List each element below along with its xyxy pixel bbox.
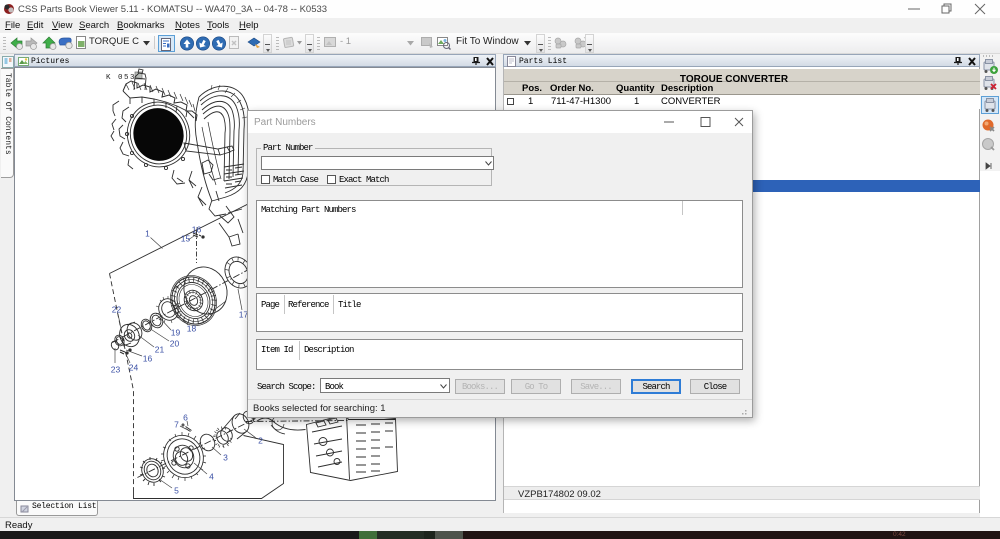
- svg-text:1: 1: [145, 228, 150, 238]
- svg-text:22: 22: [111, 304, 121, 314]
- svg-text:16: 16: [142, 353, 152, 363]
- svg-text:19: 19: [170, 327, 180, 337]
- svg-text:21: 21: [154, 344, 164, 354]
- svg-text:20: 20: [169, 338, 179, 348]
- svg-text:3: 3: [223, 452, 228, 462]
- svg-text:23: 23: [110, 364, 120, 374]
- svg-text:4: 4: [209, 471, 214, 481]
- svg-text:16: 16: [191, 224, 201, 234]
- svg-text:5: 5: [174, 485, 179, 495]
- svg-text:2: 2: [258, 435, 263, 445]
- svg-text:15: 15: [180, 233, 190, 243]
- svg-text:6: 6: [183, 412, 188, 422]
- svg-text:24: 24: [128, 362, 138, 372]
- svg-text:18: 18: [186, 323, 196, 333]
- svg-text:7: 7: [174, 419, 179, 429]
